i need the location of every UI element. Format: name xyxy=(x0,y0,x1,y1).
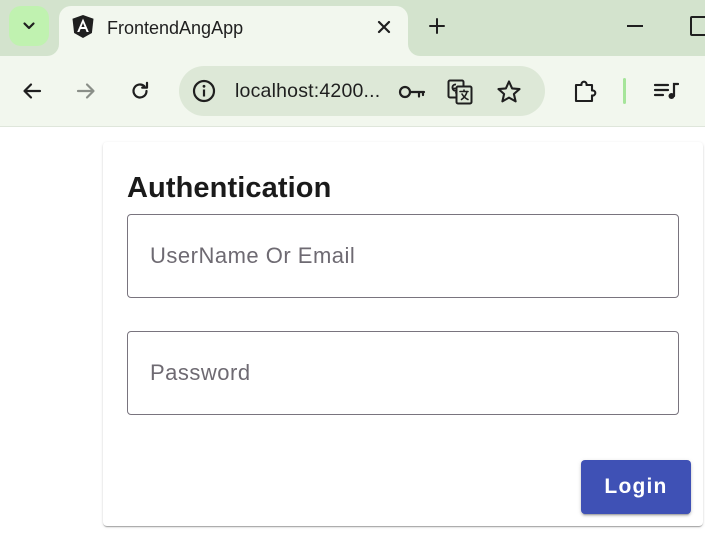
username-field-outline xyxy=(127,214,679,298)
minimize-button[interactable] xyxy=(624,13,646,39)
new-tab-button[interactable] xyxy=(424,13,450,39)
browser-toolbar: localhost:4200... xyxy=(0,56,705,126)
tab-search-button[interactable] xyxy=(9,6,49,46)
tab-strip: FrontendAngApp xyxy=(0,0,705,56)
login-button[interactable]: Login xyxy=(581,460,691,514)
media-queue-icon xyxy=(653,82,679,99)
key-icon xyxy=(398,85,426,99)
reload-icon xyxy=(132,81,149,99)
password-input[interactable] xyxy=(128,332,678,414)
plus-icon xyxy=(429,18,445,34)
star-icon xyxy=(497,80,521,103)
login-card: Authentication Login xyxy=(103,142,703,526)
bookmark-button[interactable] xyxy=(495,78,523,106)
tab-close-button[interactable] xyxy=(374,17,394,37)
reload-button[interactable] xyxy=(125,76,155,106)
puzzle-icon xyxy=(574,80,597,103)
card-title: Authentication xyxy=(127,172,332,204)
toolbar-divider xyxy=(623,78,626,104)
info-icon xyxy=(192,79,216,103)
translate-icon xyxy=(447,79,473,105)
forward-arrow-icon xyxy=(76,83,95,99)
media-control-button[interactable] xyxy=(651,76,681,106)
forward-button[interactable] xyxy=(71,76,101,106)
site-info-button[interactable] xyxy=(191,78,217,104)
close-icon xyxy=(377,20,391,34)
toolbar-border xyxy=(0,126,705,127)
password-key-button[interactable] xyxy=(398,78,426,106)
username-input[interactable] xyxy=(128,215,678,297)
back-button[interactable] xyxy=(17,76,47,106)
maximize-button[interactable] xyxy=(690,16,705,36)
address-bar[interactable]: localhost:4200... xyxy=(179,66,545,116)
back-arrow-icon xyxy=(23,83,42,99)
extensions-button[interactable] xyxy=(570,75,602,107)
active-tab[interactable]: FrontendAngApp xyxy=(59,6,408,56)
chevron-down-icon xyxy=(23,22,35,30)
minimize-icon xyxy=(627,25,643,27)
url-text: localhost:4200... xyxy=(235,80,381,102)
tab-title: FrontendAngApp xyxy=(107,18,244,38)
translate-button[interactable] xyxy=(446,78,474,106)
angular-logo-icon xyxy=(72,15,94,38)
password-field-outline xyxy=(127,331,679,415)
